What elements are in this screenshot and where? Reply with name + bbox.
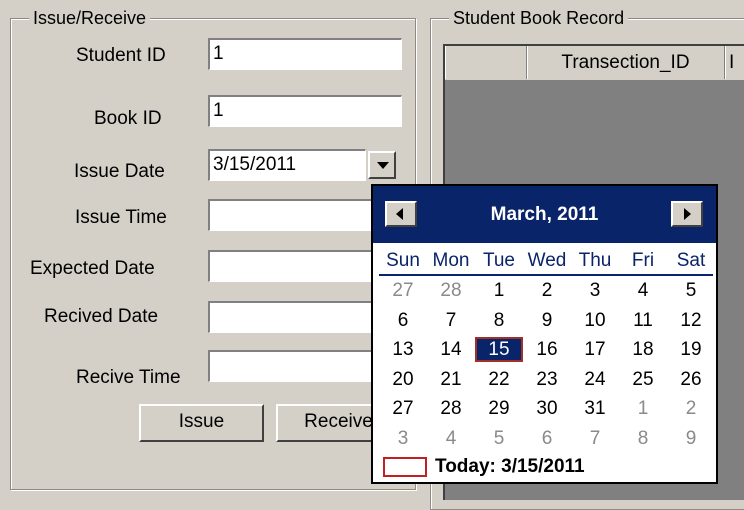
calendar-day[interactable]: 30 bbox=[523, 396, 571, 421]
calendar-month-title: March, 2011 bbox=[373, 186, 716, 243]
chevron-down-icon bbox=[377, 162, 389, 169]
calendar-next-month-button[interactable] bbox=[671, 201, 703, 227]
calendar-day[interactable]: 1 bbox=[475, 278, 523, 303]
calendar-day[interactable]: 9 bbox=[523, 308, 571, 333]
calendar-day[interactable]: 22 bbox=[475, 367, 523, 392]
student-id-label: Student ID bbox=[76, 45, 166, 66]
calendar-day[interactable]: 21 bbox=[427, 367, 475, 392]
calendar-day[interactable]: 10 bbox=[571, 308, 619, 333]
calendar-day[interactable]: 6 bbox=[379, 308, 427, 333]
issue-date-picker[interactable]: 3/15/2011 bbox=[208, 149, 366, 181]
calendar-day[interactable]: 27 bbox=[379, 396, 427, 421]
recived-date-label: Recived Date bbox=[44, 306, 159, 327]
book-id-input[interactable]: 1 bbox=[208, 95, 402, 127]
grid-column-header-transection-id[interactable]: Transection_ID bbox=[527, 46, 725, 79]
book-id-label: Book ID bbox=[94, 108, 162, 129]
issue-date-label: Issue Date bbox=[74, 161, 165, 182]
calendar-day-other-month[interactable]: 1 bbox=[619, 396, 667, 421]
student-book-record-legend: Student Book Record bbox=[449, 7, 629, 29]
calendar-day[interactable]: 18 bbox=[619, 337, 667, 362]
issue-receive-legend: Issue/Receive bbox=[29, 7, 151, 29]
calendar-day-other-month[interactable]: 7 bbox=[571, 426, 619, 451]
calendar-day-other-month[interactable]: 28 bbox=[427, 278, 475, 303]
calendar-day[interactable]: 20 bbox=[379, 367, 427, 392]
weekday-sat: Sat bbox=[676, 250, 706, 271]
grid-column-header-next[interactable]: I bbox=[725, 46, 744, 79]
calendar-day[interactable]: 23 bbox=[523, 367, 571, 392]
calendar-day[interactable]: 15 bbox=[475, 337, 523, 362]
issue-time-label: Issue Time bbox=[75, 207, 167, 228]
calendar-day[interactable]: 8 bbox=[475, 308, 523, 333]
calendar-day[interactable]: 24 bbox=[571, 367, 619, 392]
calendar-weekday-header: Sun Mon Tue Wed Thu Fri Sat bbox=[379, 248, 713, 276]
calendar-day[interactable]: 11 bbox=[619, 308, 667, 333]
issue-button[interactable]: Issue bbox=[139, 404, 264, 442]
student-id-input[interactable]: 1 bbox=[208, 38, 402, 70]
weekday-mon: Mon bbox=[432, 250, 470, 271]
month-calendar-popup[interactable]: March, 2011 Sun Mon Tue Wed Thu Fri Sat 27 28 1 2… bbox=[371, 184, 718, 484]
calendar-day[interactable]: 28 bbox=[427, 396, 475, 421]
weekday-thu: Thu bbox=[578, 250, 612, 271]
issue-date-dropdown-button[interactable] bbox=[368, 151, 396, 179]
calendar-day[interactable]: 26 bbox=[667, 367, 715, 392]
calendar-day-other-month[interactable]: 27 bbox=[379, 278, 427, 303]
calendar-day[interactable]: 7 bbox=[427, 308, 475, 333]
grid-row-header bbox=[445, 46, 527, 79]
calendar-day[interactable]: 16 bbox=[523, 337, 571, 362]
calendar-day[interactable]: 14 bbox=[427, 337, 475, 362]
calendar-day[interactable]: 2 bbox=[523, 278, 571, 303]
calendar-day-other-month[interactable]: 3 bbox=[379, 426, 427, 451]
calendar-day[interactable]: 12 bbox=[667, 308, 715, 333]
calendar-day-other-month[interactable]: 8 bbox=[619, 426, 667, 451]
calendar-day[interactable]: 29 bbox=[475, 396, 523, 421]
calendar-today-text: Today: 3/15/2011 bbox=[435, 456, 585, 477]
calendar-prev-month-button[interactable] bbox=[385, 201, 417, 227]
calendar-day[interactable]: 4 bbox=[619, 278, 667, 303]
calendar-day[interactable]: 5 bbox=[667, 278, 715, 303]
weekday-tue: Tue bbox=[482, 250, 516, 271]
weekday-fri: Fri bbox=[631, 250, 655, 271]
expected-date-label: Expected Date bbox=[30, 258, 155, 279]
arrow-right-icon bbox=[684, 208, 691, 220]
calendar-day[interactable]: 17 bbox=[571, 337, 619, 362]
calendar-day[interactable]: 25 bbox=[619, 367, 667, 392]
calendar-day-other-month[interactable]: 2 bbox=[667, 396, 715, 421]
calendar-today-link[interactable]: Today: 3/15/2011 bbox=[383, 454, 713, 480]
calendar-day-other-month[interactable]: 4 bbox=[427, 426, 475, 451]
calendar-day[interactable]: 13 bbox=[379, 337, 427, 362]
arrow-left-icon bbox=[396, 208, 403, 220]
calendar-day[interactable]: 31 bbox=[571, 396, 619, 421]
recive-time-label: Recive Time bbox=[76, 367, 181, 388]
calendar-day[interactable]: 19 bbox=[667, 337, 715, 362]
calendar-day[interactable]: 3 bbox=[571, 278, 619, 303]
calendar-day-other-month[interactable]: 9 bbox=[667, 426, 715, 451]
today-marker-icon bbox=[383, 457, 427, 477]
calendar-day-other-month[interactable]: 5 bbox=[475, 426, 523, 451]
weekday-wed: Wed bbox=[527, 250, 567, 271]
grid-header: Transection_ID I bbox=[445, 46, 744, 81]
weekday-sun: Sun bbox=[386, 250, 420, 271]
calendar-day-other-month[interactable]: 6 bbox=[523, 426, 571, 451]
